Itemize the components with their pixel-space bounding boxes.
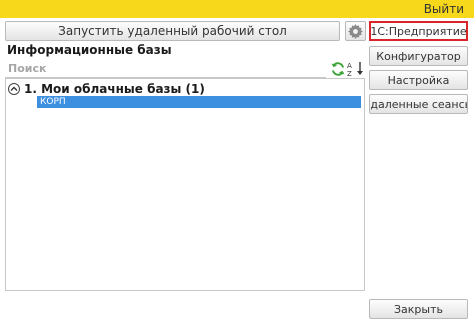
svg-text:A: A xyxy=(347,62,352,70)
collapse-icon[interactable] xyxy=(8,82,20,95)
infobase-list: 1. Мои облачные базы (1) КОРП xyxy=(5,78,365,291)
gear-icon xyxy=(348,23,363,39)
search-row: A Z xyxy=(5,60,365,78)
list-item[interactable]: КОРП xyxy=(37,96,361,108)
enterprise-button[interactable]: 1С:Предприятие xyxy=(369,21,468,41)
chevron-up-icon xyxy=(10,86,18,91)
settings-gear-button[interactable] xyxy=(345,21,366,41)
infobases-title: Информационные базы xyxy=(7,43,172,57)
infobase-group[interactable]: 1. Мои облачные базы (1) xyxy=(8,81,362,96)
settings-button[interactable]: Настройка xyxy=(369,70,468,90)
close-button[interactable]: Закрыть xyxy=(369,299,468,319)
svg-text:Z: Z xyxy=(347,70,352,77)
configurator-button[interactable]: Конфигуратор xyxy=(369,46,468,66)
exit-link[interactable]: Выйти xyxy=(424,0,464,18)
remote-sessions-button[interactable]: Удаленные сеансы xyxy=(369,94,468,114)
group-label: 1. Мои облачные базы (1) xyxy=(24,81,205,96)
launcher-window: Выйти Запустить удаленный рабочий стол 1… xyxy=(0,0,474,324)
remote-desktop-button[interactable]: Запустить удаленный рабочий стол xyxy=(5,21,340,41)
top-bar: Выйти xyxy=(0,0,474,18)
search-input[interactable] xyxy=(5,60,326,78)
sort-az-icon[interactable]: A Z xyxy=(347,61,365,77)
refresh-icon[interactable] xyxy=(330,61,346,77)
